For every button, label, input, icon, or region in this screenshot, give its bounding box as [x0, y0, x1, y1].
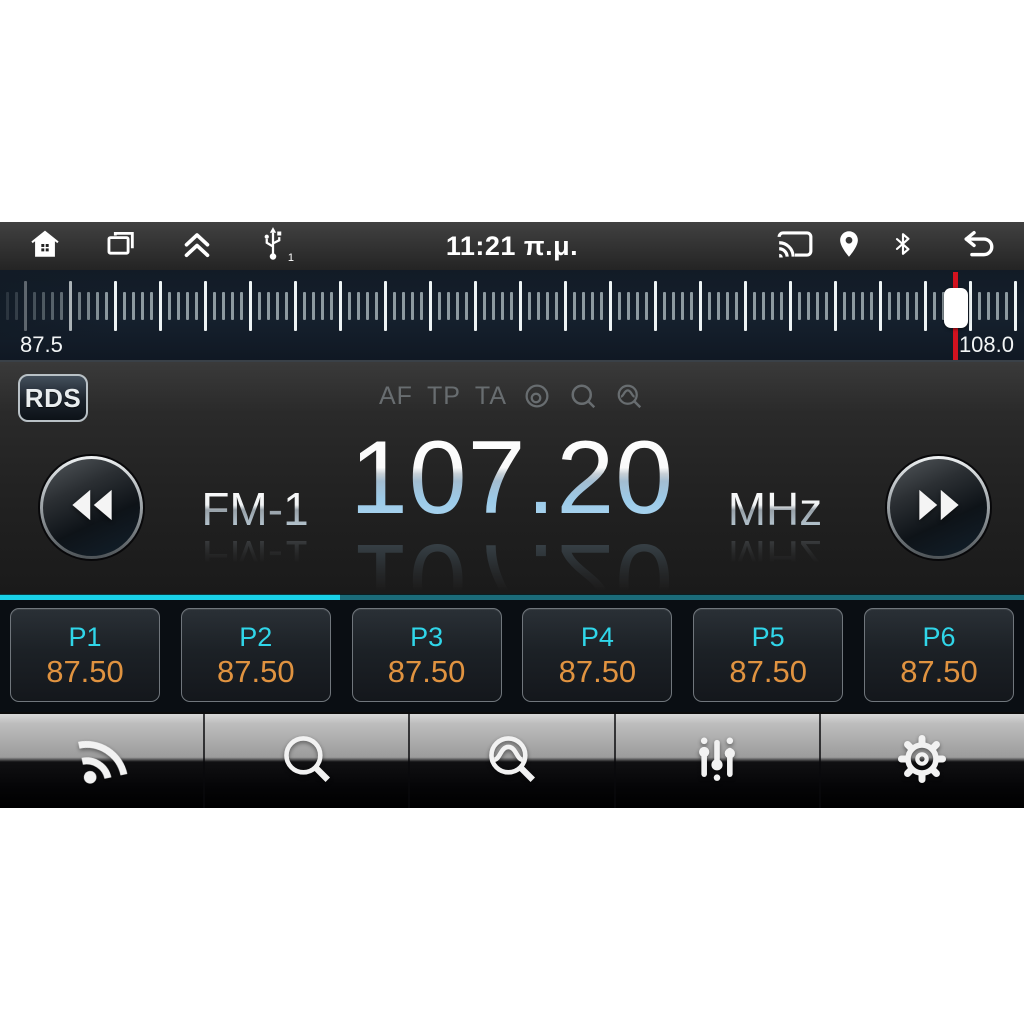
screenshot-canvas: 1 11:21 π.μ. 87.5 108.0 RDS AF TP TA FM-… — [0, 0, 1024, 1024]
cast-icon — [776, 228, 814, 265]
preset-frequency: 87.50 — [900, 653, 978, 689]
bottom-toolbar — [0, 712, 1024, 808]
ta-flag: TA — [474, 381, 507, 410]
head-unit-screen: 1 11:21 π.μ. 87.5 108.0 RDS AF TP TA FM-… — [0, 222, 1024, 808]
preset-button-4[interactable]: P4 87.50 — [522, 608, 673, 702]
tp-flag: TP — [426, 381, 461, 410]
recent-apps-icon — [103, 227, 139, 266]
preset-row: P1 87.50 P2 87.50 P3 87.50 P4 87.50 P5 8… — [0, 600, 1024, 712]
preset-label: P1 — [68, 621, 102, 652]
preset-label: P4 — [580, 621, 614, 652]
cast-button[interactable] — [776, 226, 814, 266]
back-button[interactable] — [960, 226, 998, 266]
tuner-indicator[interactable] — [943, 272, 968, 360]
preset-frequency: 87.50 — [387, 653, 466, 689]
seek-forward-button[interactable] — [887, 456, 990, 559]
status-bar-right — [776, 226, 1024, 266]
home-icon — [27, 227, 63, 266]
preset-label: P6 — [922, 621, 956, 652]
location-icon — [834, 227, 864, 266]
equalizer-icon — [689, 731, 745, 792]
tuner-scale-ticks — [0, 276, 1024, 340]
frequency-unit: MHz — [670, 484, 880, 534]
bluetooth-icon — [890, 227, 916, 266]
bluetooth-status — [884, 226, 922, 266]
loop-icon — [521, 380, 553, 412]
status-bar: 1 11:21 π.μ. — [0, 222, 1024, 270]
usb-status: 1 — [254, 224, 294, 269]
status-bar-left: 1 — [0, 224, 294, 269]
radio-flags: AF TP TA — [0, 380, 1024, 412]
preset-button-2[interactable]: P2 87.50 — [180, 608, 331, 702]
preset-button-6[interactable]: P6 87.50 — [863, 608, 1014, 702]
scale-max-label: 108.0 — [958, 332, 1014, 357]
usb-count-badge: 1 — [287, 252, 294, 264]
preset-label: P5 — [751, 621, 785, 652]
preset-frequency: 87.50 — [217, 653, 295, 689]
preset-frequency: 87.50 — [558, 653, 637, 689]
expand-up-button[interactable] — [178, 226, 216, 266]
rds-broadcast-button[interactable] — [0, 714, 206, 808]
af-flag: AF — [379, 381, 413, 410]
scan-icon — [483, 730, 541, 793]
radio-main-panel: RDS AF TP TA FM-1 107.20 107.20 MHz MHz — [0, 362, 1024, 638]
tuner-scale[interactable]: 87.5 108.0 — [0, 270, 1024, 362]
tuner-indicator-thumb[interactable] — [943, 288, 968, 328]
equalizer-button[interactable] — [615, 714, 821, 808]
back-icon — [959, 227, 999, 266]
home-button[interactable] — [26, 226, 64, 266]
preset-label: P2 — [239, 621, 273, 652]
search-icon — [278, 730, 336, 793]
chevron-double-up-icon — [178, 226, 216, 267]
frequency-unit-reflection: MHz — [670, 531, 880, 583]
preset-frequency: 87.50 — [46, 653, 124, 689]
preset-button-5[interactable]: P5 87.50 — [693, 608, 844, 702]
settings-button[interactable] — [820, 714, 1024, 808]
search-status-icon — [567, 380, 599, 412]
usb-icon — [258, 224, 288, 269]
rds-broadcast-icon — [74, 731, 130, 792]
scan-button[interactable] — [410, 714, 616, 808]
preset-label: P3 — [410, 621, 444, 652]
clock: 11:21 π.μ. — [445, 230, 579, 261]
recent-apps-button[interactable] — [102, 226, 140, 266]
scan-status-icon — [613, 380, 645, 412]
preset-frequency: 87.50 — [729, 653, 807, 689]
scale-min-label: 87.5 — [20, 332, 63, 357]
seek-search-button[interactable] — [205, 714, 411, 808]
preset-button-3[interactable]: P3 87.50 — [351, 608, 502, 702]
preset-button-1[interactable]: P1 87.50 — [10, 608, 160, 702]
fast-forward-icon — [914, 487, 964, 528]
location-status — [830, 226, 868, 266]
gear-icon — [894, 731, 950, 792]
